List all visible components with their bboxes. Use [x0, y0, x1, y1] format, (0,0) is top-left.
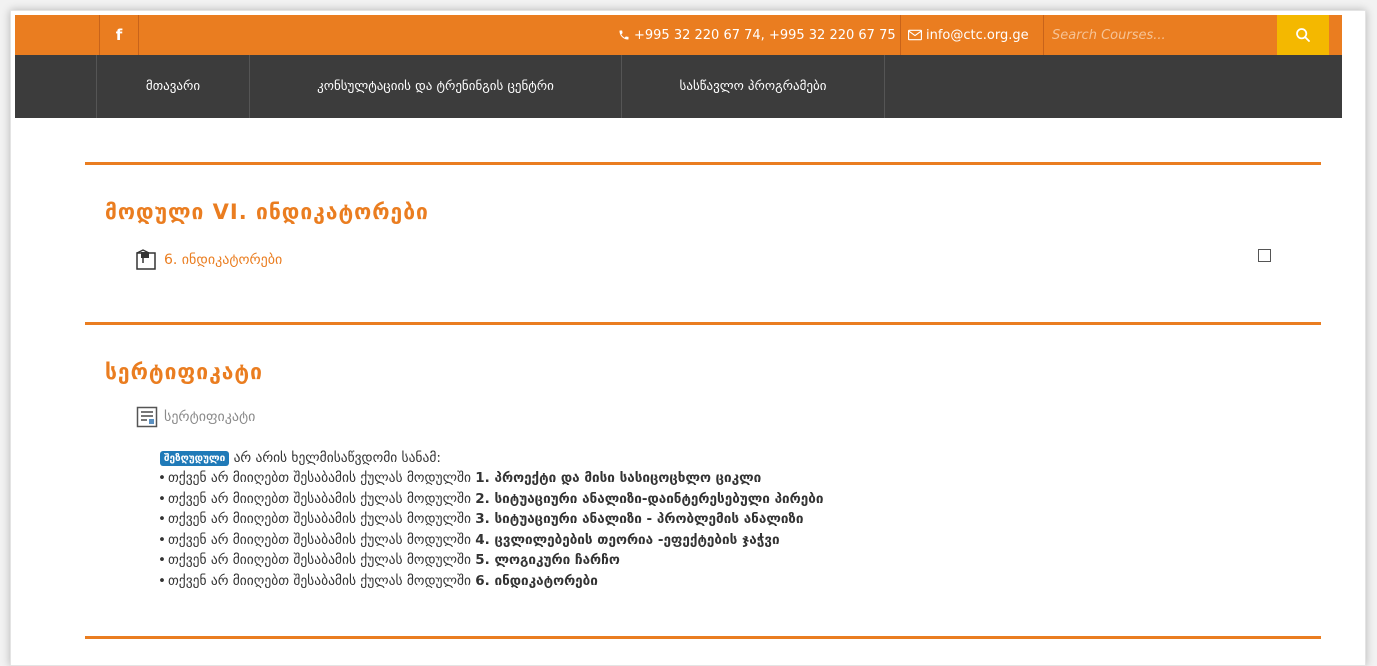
condition-text: თქვენ არ მიიღებთ შესაბამის ქულას მოდულში — [168, 490, 471, 507]
section-divider — [85, 322, 1321, 325]
activity-item[interactable]: სერტიფიკატი — [136, 406, 255, 428]
completion-checkbox[interactable] — [1258, 249, 1271, 262]
list-item: თქვენ არ მიიღებთ შესაბამის ქულას მოდულში… — [158, 468, 823, 489]
list-item: თქვენ არ მიიღებთ შესაბამის ქულას მოდულში… — [158, 489, 824, 510]
search-button[interactable] — [1277, 15, 1329, 55]
top-bar: f +995 32 220 67 74, +995 32 220 67 75 i… — [15, 15, 1342, 55]
divider — [900, 15, 901, 55]
phone-text: +995 32 220 67 74, +995 32 220 67 75 — [634, 27, 896, 43]
restriction-info: შეზღუდული არ არის ხელმისაწვდომი სანამ: თ… — [158, 450, 824, 592]
condition-text: თქვენ არ მიიღებთ შესაბამის ქულას მოდულში — [168, 470, 471, 486]
restricted-badge: შეზღუდული — [160, 451, 230, 466]
condition-text: თქვენ არ მიიღებთ შესაბამის ქულას მოდულში — [168, 552, 471, 568]
search-icon — [1296, 28, 1310, 42]
certificate-icon — [136, 406, 158, 428]
envelope-icon — [908, 29, 922, 41]
module-name: 2. სიტუაციური ანალიზი-დაინტერესებული პირ… — [475, 490, 824, 507]
list-item: თქვენ არ მიიღებთ შესაბამის ქულას მოდულში… — [158, 509, 823, 530]
email-contact[interactable]: info@ctc.org.ge — [908, 15, 1029, 55]
module-name: 1. პროექტი და მისი სასიცოცხლო ციკლი — [475, 470, 762, 486]
nav-item-consulting-center[interactable]: კონსულტაციის და ტრენინგის ცენტრი — [249, 55, 621, 118]
condition-text: თქვენ არ მიიღებთ შესაბამის ქულას მოდულში — [168, 531, 471, 548]
list-item: თქვენ არ მიიღებთ შესაბამის ქულას მოდულში… — [158, 571, 823, 592]
file-icon — [136, 249, 156, 270]
list-item: თქვენ არ მიიღებთ შესაბამის ქულას მოდულში… — [158, 550, 823, 571]
section-title: სერტიფიკატი — [105, 360, 263, 384]
activity-item[interactable]: 6. ინდიკატორები — [134, 249, 282, 271]
restriction-list: თქვენ არ მიიღებთ შესაბამის ქულას მოდულში… — [158, 468, 824, 592]
list-item: თქვენ არ მიიღებთ შესაბამის ქულას მოდულში… — [158, 530, 823, 551]
section-divider — [85, 636, 1321, 639]
condition-text: თქვენ არ მიიღებთ შესაბამის ქულას მოდულში — [168, 572, 471, 589]
activity-label[interactable]: სერტიფიკატი — [164, 409, 255, 425]
module-name: 6. ინდიკატორები — [475, 572, 598, 589]
search-input[interactable] — [1044, 15, 1277, 55]
nav-item-home[interactable]: მთავარი — [96, 55, 249, 118]
restriction-intro: არ არის ხელმისაწვდომი სანამ: — [233, 450, 441, 466]
module-name: 4. ცვლილებების თეორია -ეფექტების ჯაჭვი — [475, 531, 780, 548]
module-name: 3. სიტუაციური ანალიზი - პრობლემის ანალიზ… — [475, 511, 804, 527]
nav-item-programs[interactable]: სასწავლო პროგრამები — [621, 55, 885, 118]
activity-link[interactable]: 6. ინდიკატორები — [164, 252, 282, 268]
module-name: 5. ლოგიკური ჩარჩო — [475, 552, 620, 568]
facebook-icon[interactable]: f — [99, 15, 139, 55]
phone-contact[interactable]: +995 32 220 67 74, +995 32 220 67 75 — [618, 15, 896, 55]
phone-icon — [619, 30, 629, 40]
main-nav: მთავარი კონსულტაციის და ტრენინგის ცენტრი… — [15, 55, 1342, 118]
email-text: info@ctc.org.ge — [926, 27, 1029, 43]
section-title: მოდული VI. ინდიკატორები — [105, 200, 429, 224]
condition-text: თქვენ არ მიიღებთ შესაბამის ქულას მოდულში — [168, 511, 471, 527]
section-divider — [85, 162, 1321, 165]
